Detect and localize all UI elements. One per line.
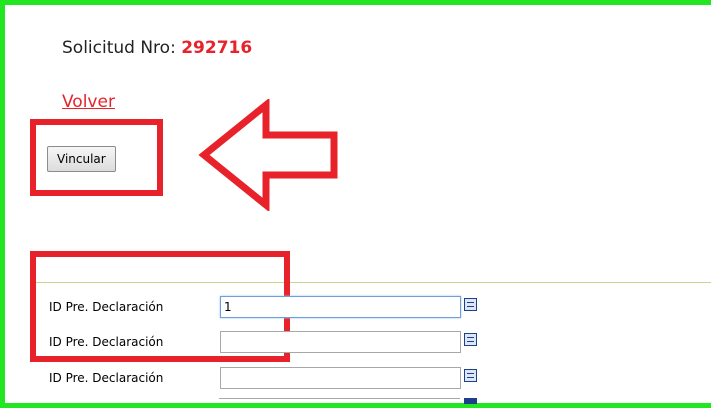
pre-declaracion-row: ID Pre. Declaración xyxy=(49,295,477,319)
pre-declaracion-label: ID Pre. Declaración xyxy=(49,335,164,349)
picker-icon[interactable] xyxy=(464,398,477,404)
pre-declaracion-row: ID Pre. Declaración xyxy=(49,330,477,354)
picker-icon[interactable] xyxy=(464,368,477,382)
pre-declaracion-input[interactable] xyxy=(220,367,461,389)
solicitud-heading: Solicitud Nro: 292716 xyxy=(62,38,252,58)
solicitud-label: Solicitud Nro: xyxy=(62,38,176,58)
pre-declaracion-input[interactable] xyxy=(220,296,461,318)
pre-declaracion-input[interactable] xyxy=(220,331,461,353)
highlight-box-vincular xyxy=(30,119,163,196)
picker-icon[interactable] xyxy=(464,332,477,346)
pre-declaracion-label: ID Pre. Declaración xyxy=(49,371,164,385)
arrow-icon xyxy=(198,99,338,211)
pre-declaracion-label: ID Pre. Declaración xyxy=(49,300,164,314)
pre-declaracion-row: ID Pre. Declaración xyxy=(49,366,477,390)
pre-declaracion-input-partial[interactable] xyxy=(219,398,460,405)
solicitud-number: 292716 xyxy=(181,38,253,58)
picker-icon[interactable] xyxy=(464,297,477,311)
volver-link[interactable]: Volver xyxy=(62,92,115,112)
